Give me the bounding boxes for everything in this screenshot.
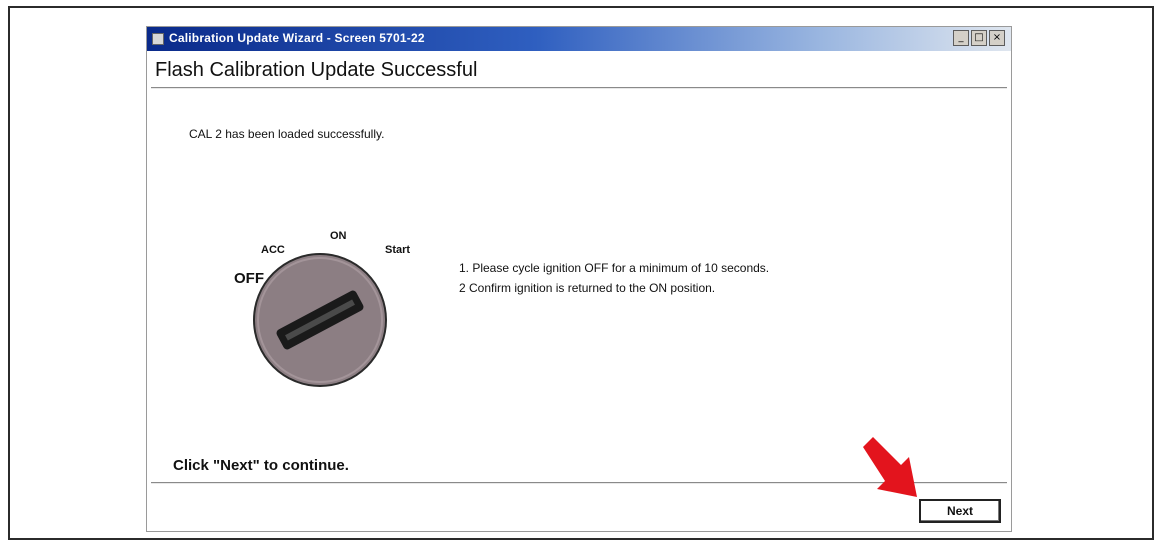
dial-label-start: Start	[385, 244, 411, 256]
window-controls: _ □ ×	[953, 30, 1005, 46]
dial-label-on: ON	[330, 230, 347, 242]
app-icon	[152, 33, 164, 45]
dial-label-off: OFF	[234, 270, 264, 287]
wizard-window: Calibration Update Wizard - Screen 5701-…	[146, 26, 1012, 532]
title-bar[interactable]: Calibration Update Wizard - Screen 5701-…	[147, 27, 1011, 51]
close-button[interactable]: ×	[989, 30, 1005, 46]
red-arrow-icon	[863, 437, 917, 497]
continue-prompt: Click "Next" to continue.	[173, 457, 349, 474]
dial-label-acc: ACC	[261, 244, 285, 256]
maximize-button[interactable]: □	[971, 30, 987, 46]
ignition-dial: ACC ON Start OFF	[227, 222, 427, 402]
minimize-button[interactable]: _	[953, 30, 969, 46]
header-divider	[151, 87, 1007, 89]
status-message: CAL 2 has been loaded successfully.	[189, 127, 385, 141]
page-title: Flash Calibration Update Successful	[155, 59, 478, 81]
instruction-step-1: 1. Please cycle ignition OFF for a minim…	[459, 261, 770, 275]
instruction-step-2: 2 Confirm ignition is returned to the ON…	[459, 281, 716, 295]
instruction-list: 1. Please cycle ignition OFF for a minim…	[459, 258, 769, 298]
window-title: Calibration Update Wizard - Screen 5701-…	[169, 31, 425, 45]
next-button[interactable]: Next	[919, 499, 1001, 523]
